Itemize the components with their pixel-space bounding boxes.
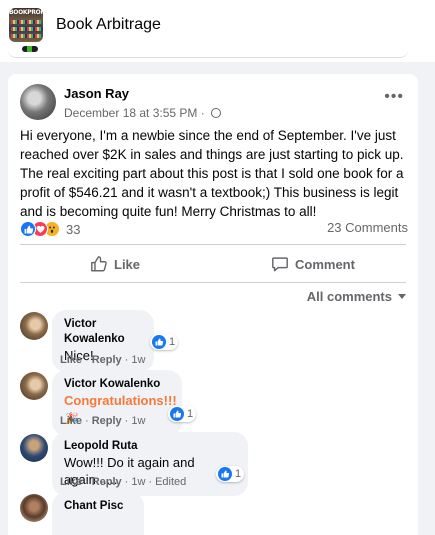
comments-filter-dropdown[interactable]: All comments	[307, 289, 406, 304]
comment-like-button[interactable]: Like	[60, 354, 82, 366]
comment-time[interactable]: 1w	[131, 476, 145, 488]
chevron-down-icon	[398, 294, 406, 299]
comment-actions: Like · Reply · 1w	[60, 415, 145, 427]
meta-separator: ·	[200, 106, 205, 120]
avatar[interactable]	[20, 312, 48, 340]
comment-reaction-count: 1	[169, 336, 176, 348]
post-reactions[interactable]: 33	[20, 220, 80, 238]
separator: ·	[124, 476, 129, 488]
comments-count[interactable]: 23 Comments	[327, 220, 408, 235]
comment-reply-button[interactable]: Reply	[92, 476, 122, 488]
globe-icon	[211, 108, 222, 118]
more-options-icon[interactable]: •••	[384, 89, 404, 105]
like-icon	[152, 335, 166, 349]
comment-author[interactable]: Victor Kowalenko	[64, 317, 142, 347]
comments-filter-label: All comments	[306, 289, 392, 304]
comment-time[interactable]: 1w	[131, 415, 145, 427]
avatar[interactable]	[20, 494, 48, 522]
post-author[interactable]: Jason Ray	[64, 86, 129, 101]
group-logo[interactable]: BOOKPROFIT	[9, 8, 43, 42]
comment-text-value: Congratulations!!!	[64, 393, 177, 408]
comment-reply-button[interactable]: Reply	[92, 415, 122, 427]
avatar[interactable]	[20, 372, 48, 400]
previous-post-card	[8, 44, 408, 58]
comment-reaction-count: 1	[235, 468, 242, 480]
comment-like-button[interactable]: Like	[60, 476, 82, 488]
separator: ·	[85, 415, 89, 427]
group-name[interactable]: Book Arbitrage	[56, 16, 161, 34]
post-body: Hi everyone, I'm a newbie since the end …	[20, 128, 404, 219]
comment-author[interactable]: Victor Kowalenko	[64, 377, 170, 392]
comment-author[interactable]: Leopold Ruta	[64, 439, 236, 454]
post-timestamp[interactable]: December 18 at 3:55 PM	[64, 106, 197, 120]
thumbs-up-icon	[91, 256, 107, 272]
comment-reactions[interactable]: 1	[150, 334, 179, 350]
comment-button-label: Comment	[295, 256, 355, 272]
divider	[20, 244, 406, 245]
group-logo-text: BOOKPROFIT	[9, 9, 43, 16]
comment-actions: Like · Reply · 1w	[60, 354, 145, 366]
separator: ·	[148, 476, 153, 488]
comment-reactions[interactable]: 1	[216, 466, 245, 482]
reaction-count: 33	[66, 221, 81, 237]
separator: ·	[85, 354, 89, 366]
comment-time[interactable]: 1w	[131, 354, 145, 366]
bookshelf-graphic	[11, 34, 41, 38]
avatar[interactable]	[20, 84, 56, 120]
like-icon	[170, 407, 184, 421]
post-meta: December 18 at 3:55 PM ·	[64, 106, 222, 120]
comment-button[interactable]: Comment	[271, 252, 355, 276]
like-icon	[20, 221, 36, 237]
like-button-label: Like	[114, 256, 141, 272]
comment-reply-button[interactable]: Reply	[92, 354, 122, 366]
comment-bubble: Chant Pisc	[52, 492, 144, 535]
like-button[interactable]: Like	[90, 252, 140, 276]
comment-reaction-count: 1	[187, 408, 194, 420]
previous-post-reaction-icons	[22, 46, 38, 52]
divider	[20, 282, 406, 283]
separator: ·	[85, 476, 89, 488]
separator: ·	[124, 354, 129, 366]
bookshelf-graphic	[11, 27, 41, 31]
like-icon	[218, 467, 232, 481]
comment-icon	[272, 257, 288, 272]
comment-reactions[interactable]: 1	[168, 406, 197, 422]
bookshelf-graphic	[11, 20, 41, 24]
comment-edited-label: Edited	[155, 476, 187, 488]
separator: ·	[124, 415, 129, 427]
avatar[interactable]	[20, 434, 48, 462]
post-card: Jason Ray December 18 at 3:55 PM · ••• H…	[8, 74, 418, 535]
comment-author[interactable]: Chant Pisc	[64, 499, 132, 514]
comment-actions: Like · Reply · 1w · Edited	[60, 476, 186, 488]
comment-like-button[interactable]: Like	[60, 415, 82, 427]
